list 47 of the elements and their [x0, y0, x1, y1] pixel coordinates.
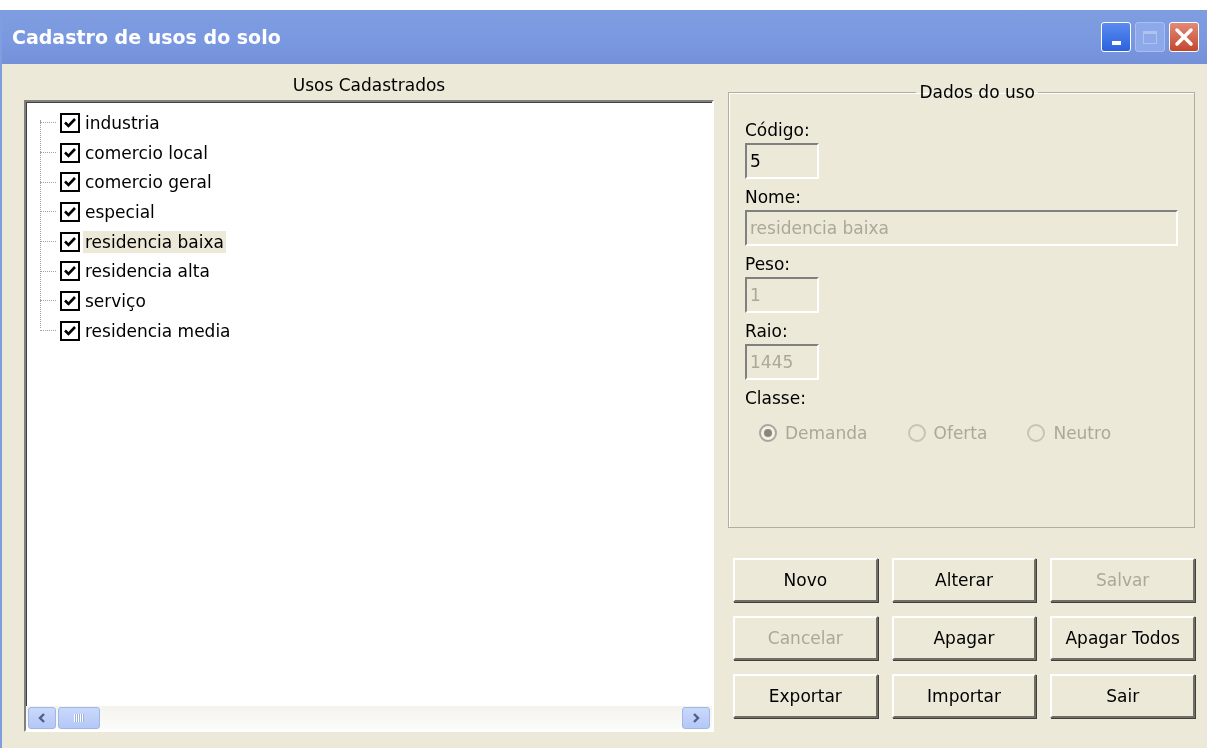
close-button[interactable]: [1169, 22, 1199, 52]
radio-circle-icon: [907, 424, 926, 442]
checkbox[interactable]: [60, 261, 80, 282]
checkbox[interactable]: [60, 112, 80, 133]
group-title: Dados do uso: [918, 82, 1036, 102]
action-button[interactable]: Apagar: [891, 616, 1037, 660]
scroll-left-icon[interactable]: [28, 707, 56, 729]
field-label: Classe:: [745, 388, 807, 408]
tree-item[interactable]: residencia baixa: [83, 230, 226, 253]
tree-item[interactable]: residencia media: [83, 319, 233, 342]
checkmark-icon: [63, 264, 77, 279]
maximize-icon: [1143, 30, 1157, 44]
field-label: Raio:: [745, 321, 789, 341]
minimize-button[interactable]: [1101, 22, 1131, 52]
close-icon: [1174, 27, 1194, 47]
field-label: Nome:: [745, 187, 802, 207]
tree-line: [40, 330, 56, 332]
scroll-right-icon[interactable]: [682, 707, 710, 729]
window-title: Cadastro de usos do solo: [12, 26, 281, 48]
action-button[interactable]: Sair: [1050, 674, 1195, 718]
field-label: Código:: [745, 120, 811, 140]
scroll-thumb[interactable]: [58, 707, 100, 729]
tree-item[interactable]: industria: [83, 111, 162, 134]
tree-item[interactable]: comercio local: [83, 141, 210, 164]
checkbox[interactable]: [60, 290, 80, 311]
action-button[interactable]: Novo: [733, 558, 878, 602]
checkbox[interactable]: [60, 172, 80, 193]
action-button[interactable]: Importar: [891, 674, 1037, 718]
radio-circle-icon: [1027, 424, 1046, 442]
checkbox[interactable]: [60, 201, 80, 222]
action-button[interactable]: Alterar: [891, 558, 1037, 602]
action-button[interactable]: Apagar Todos: [1050, 616, 1195, 660]
tree-item[interactable]: especial: [83, 200, 157, 223]
input-field[interactable]: 5: [745, 143, 819, 179]
horizontal-scrollbar[interactable]: [26, 706, 712, 730]
tree-item[interactable]: comercio geral: [83, 171, 214, 194]
checkbox[interactable]: [60, 231, 80, 252]
radio-circle-icon: [759, 424, 777, 442]
tree-heading: Usos Cadastrados: [291, 74, 447, 97]
minimize-icon: [1111, 41, 1121, 45]
checkbox[interactable]: [60, 320, 80, 341]
tree-item[interactable]: serviço: [83, 289, 148, 312]
checkmark-icon: [63, 175, 77, 190]
action-button[interactable]: Exportar: [733, 674, 878, 718]
checkbox[interactable]: [60, 142, 80, 163]
tree-item[interactable]: residencia alta: [83, 260, 212, 283]
field-label: Peso:: [745, 254, 792, 274]
